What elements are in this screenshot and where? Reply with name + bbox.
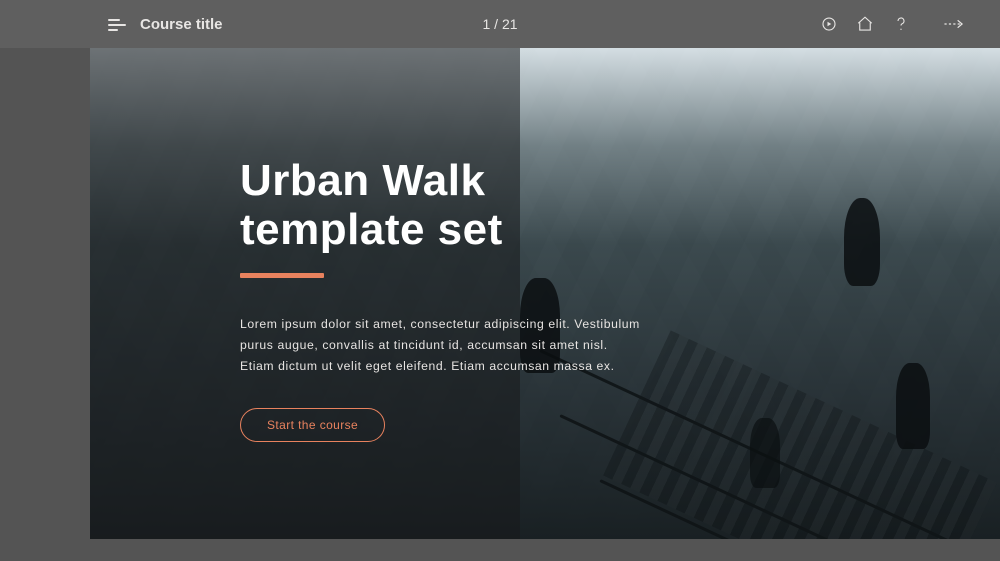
help-icon — [892, 15, 910, 33]
help-button[interactable] — [892, 15, 910, 33]
slide-body-text: Lorem ipsum dolor sit amet, consectetur … — [240, 314, 640, 378]
menu-button[interactable] — [108, 17, 126, 31]
replay-button[interactable] — [820, 15, 838, 33]
title-underline — [240, 273, 324, 278]
title-line-1: Urban Walk — [240, 156, 485, 205]
person-silhouette — [844, 198, 880, 286]
slide-content: Urban Walk template set Lorem ipsum dolo… — [240, 156, 670, 442]
replay-icon — [820, 15, 838, 33]
course-player-frame: Course title 1 / 21 — [0, 0, 1000, 561]
page-indicator: 1 / 21 — [482, 16, 517, 32]
arrow-right-icon — [943, 17, 965, 31]
slide-stage: Urban Walk template set Lorem ipsum dolo… — [90, 48, 1000, 539]
person-silhouette — [896, 363, 930, 449]
slide-title: Urban Walk template set — [240, 156, 670, 255]
title-line-2: template set — [240, 205, 503, 254]
next-button[interactable] — [943, 17, 965, 31]
start-course-button[interactable]: Start the course — [240, 408, 385, 442]
course-title: Course title — [140, 16, 223, 33]
person-silhouette — [750, 418, 780, 488]
menu-icon — [108, 17, 126, 31]
topbar-actions — [820, 15, 910, 33]
topbar: Course title 1 / 21 — [0, 0, 1000, 48]
home-icon — [856, 15, 874, 33]
home-button[interactable] — [856, 15, 874, 33]
